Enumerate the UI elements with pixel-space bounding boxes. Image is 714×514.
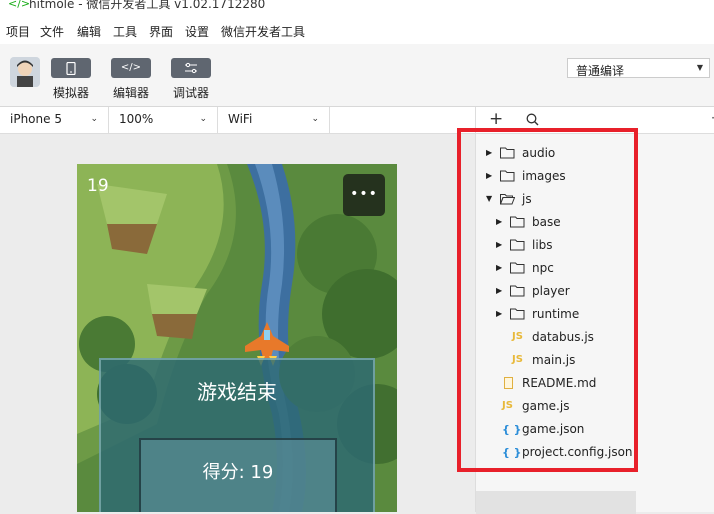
menu-tools[interactable]: 工具 (113, 23, 137, 40)
menu-view[interactable]: 界面 (149, 23, 173, 40)
device-bar: iPhone 5 ⌄ 100% ⌄ WiFi ⌄ (0, 107, 475, 134)
caret-down-icon: ▼ (696, 63, 703, 72)
network-value: WiFi (228, 112, 253, 126)
compile-mode-value: 普通编译 (576, 64, 625, 78)
device-select[interactable]: iPhone 5 ⌄ (0, 107, 109, 133)
add-file-icon[interactable]: + (489, 109, 503, 129)
menu-file[interactable]: 文件 (40, 23, 64, 40)
chevron-down-icon: ⌄ (199, 114, 207, 124)
device-value: iPhone 5 (10, 112, 62, 126)
annotation-highlight-box (457, 128, 638, 472)
app-logo-icon: </> (8, 0, 31, 10)
menu-settings[interactable]: 设置 (185, 23, 209, 40)
window-title: hitmole - 微信开发者工具 v1.02.1712280 (29, 0, 266, 11)
game-over-panel: 游戏结束 得分: 19 (99, 358, 375, 512)
chevron-down-icon: ⌄ (90, 114, 98, 124)
menu-bar: 项目 文件 编辑 工具 界面 设置 微信开发者工具 (0, 14, 714, 44)
chevron-down-icon: ⌄ (311, 114, 319, 124)
game-over-title: 游戏结束 (197, 380, 277, 404)
more-options-button[interactable]: ••• (343, 174, 385, 216)
simulator-label: 模拟器 (53, 86, 90, 100)
editor-button[interactable]: </> (111, 58, 151, 78)
debugger-label: 调试器 (173, 86, 210, 100)
game-screen[interactable]: 19 ••• 游戏结束 得分: 19 (77, 164, 397, 512)
zoom-select[interactable]: 100% ⌄ (109, 107, 218, 133)
title-bar: </> hitmole - 微信开发者工具 v1.02.1712280 (0, 0, 714, 14)
final-score-text: 得分: 19 (202, 462, 274, 483)
code-icon: </> (120, 62, 142, 73)
avatar[interactable] (10, 57, 40, 87)
sliders-icon (185, 62, 197, 74)
selected-row-highlight (476, 491, 636, 514)
network-select[interactable]: WiFi ⌄ (218, 107, 330, 133)
simulator-area: 19 ••• 游戏结束 得分: 19 (0, 134, 475, 512)
editor-label: 编辑器 (113, 86, 150, 100)
current-score: 19 (87, 176, 109, 196)
more-dots-icon: ••• (350, 186, 378, 202)
final-score-box: 得分: 19 (139, 438, 337, 512)
debugger-button[interactable] (171, 58, 211, 78)
phone-icon (66, 61, 76, 76)
menu-wechat-devtools[interactable]: 微信开发者工具 (221, 23, 305, 40)
toolbar: 模拟器 </> 编辑器 调试器 普通编译 ▼ (0, 44, 714, 107)
menu-project[interactable]: 项目 (6, 23, 30, 40)
menu-edit[interactable]: 编辑 (77, 23, 101, 40)
zoom-value: 100% (119, 112, 154, 126)
search-icon[interactable] (526, 113, 539, 126)
compile-mode-select[interactable]: 普通编译 ▼ (567, 58, 710, 78)
simulator-button[interactable] (51, 58, 91, 78)
